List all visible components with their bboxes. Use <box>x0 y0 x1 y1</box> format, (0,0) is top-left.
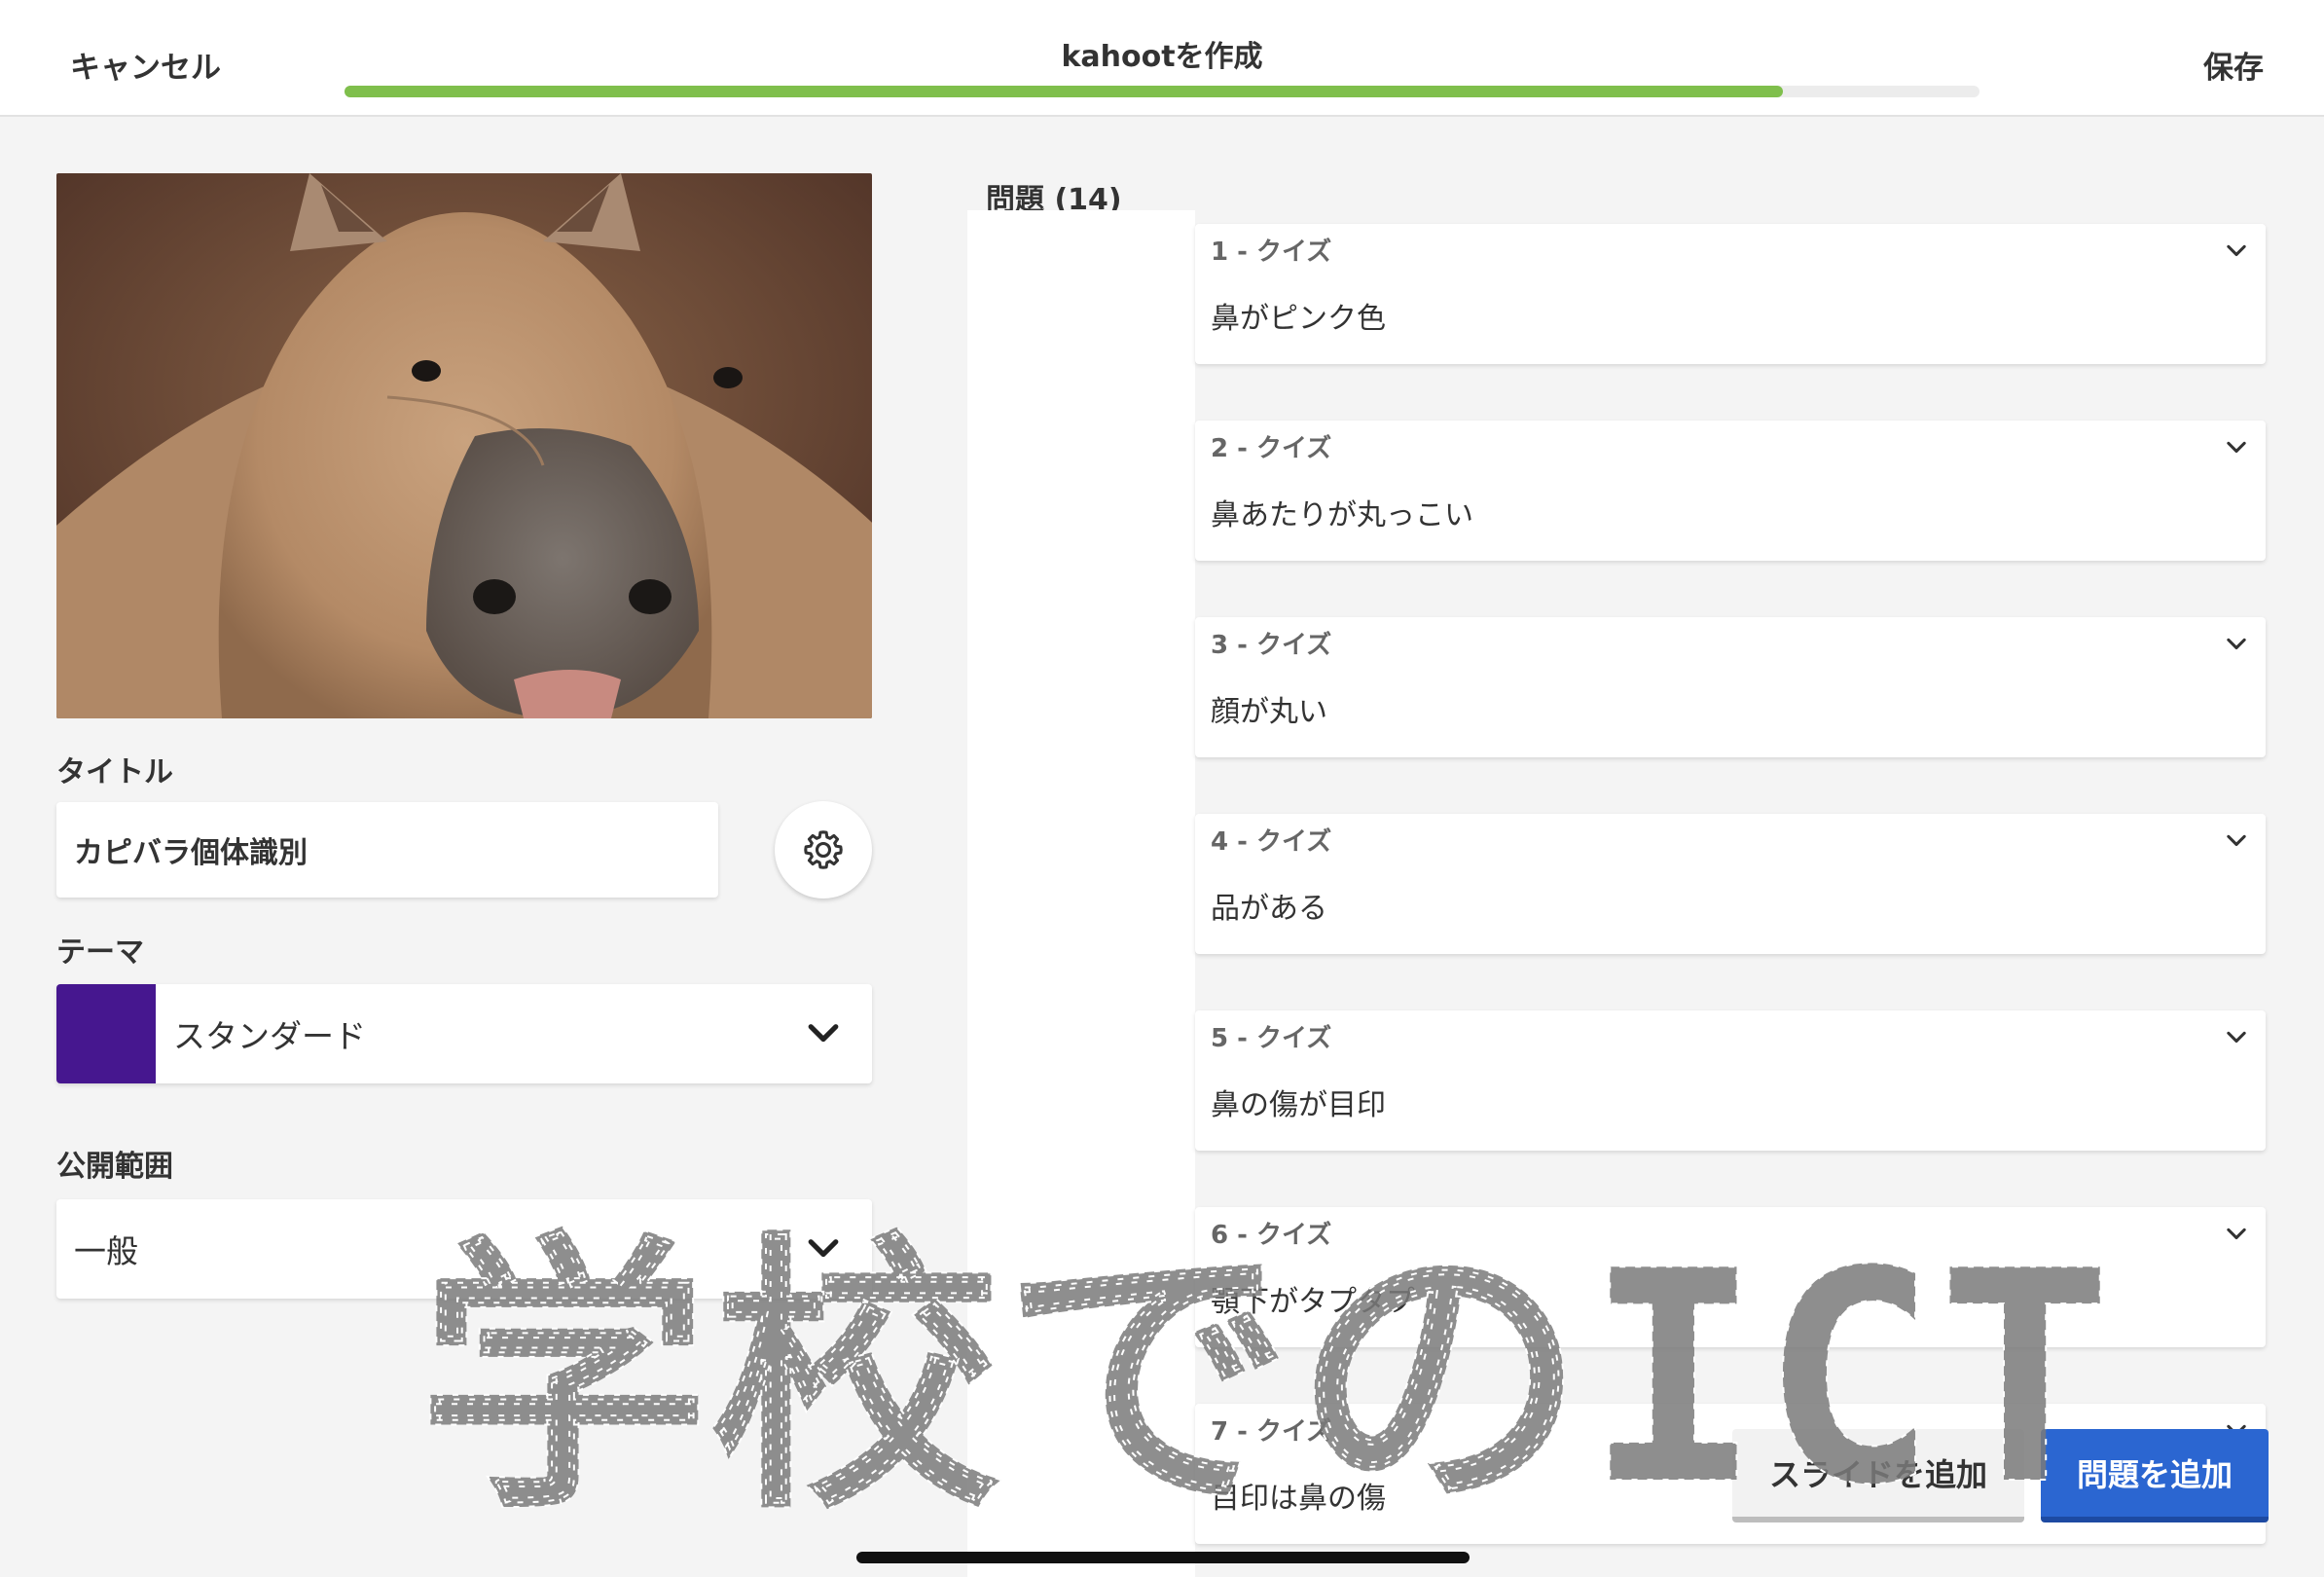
question-card[interactable]: 4 - クイズ品がある <box>1195 814 2266 954</box>
question-text: 顔が丸い <box>1211 695 1327 729</box>
question-type-label: 1 - クイズ <box>1211 238 1332 267</box>
question-text: 鼻あたりが丸っこい <box>1211 498 1473 532</box>
question-type-label: 3 - クイズ <box>1211 631 1332 660</box>
home-indicator <box>856 1552 1470 1563</box>
visibility-value: 一般 <box>74 1232 138 1270</box>
title-label: タイトル <box>56 755 173 789</box>
question-type-label: 6 - クイズ <box>1211 1221 1332 1250</box>
gear-icon <box>804 830 843 869</box>
capybara-photo <box>56 173 872 718</box>
question-thumbnail-strip <box>967 210 1195 1577</box>
question-text: 顎下がタプタプ <box>1211 1285 1415 1319</box>
cover-image <box>56 173 872 718</box>
page-title: kahootを作成 <box>1061 40 1263 74</box>
progress-bar-fill <box>345 86 1784 97</box>
chevron-down-icon[interactable] <box>2223 434 2250 461</box>
question-card[interactable]: 3 - クイズ顔が丸い <box>1195 617 2266 757</box>
question-card[interactable]: 6 - クイズ顎下がタプタプ <box>1195 1207 2266 1347</box>
question-card[interactable]: 1 - クイズ鼻がピンク色 <box>1195 224 2266 364</box>
visibility-select[interactable]: 一般 <box>56 1199 872 1299</box>
theme-value: スタンダード <box>173 1017 366 1055</box>
theme-color-swatch <box>56 984 156 1083</box>
save-button[interactable]: 保存 <box>2203 43 2264 87</box>
chevron-down-icon <box>808 1239 839 1258</box>
chevron-down-icon[interactable] <box>2223 631 2250 658</box>
settings-button[interactable] <box>775 801 872 899</box>
question-type-label: 2 - クイズ <box>1211 434 1332 463</box>
question-type-label: 7 - クイズ <box>1211 1417 1332 1447</box>
question-text: 鼻がピンク色 <box>1211 302 1386 336</box>
visibility-label: 公開範囲 <box>56 1150 173 1184</box>
chevron-down-icon[interactable] <box>2223 827 2250 855</box>
question-text: 鼻の傷が目印 <box>1211 1088 1386 1122</box>
cancel-button[interactable]: キャンセル <box>70 43 221 87</box>
question-text: 目印は鼻の傷 <box>1211 1482 1386 1516</box>
chevron-down-icon[interactable] <box>2223 1221 2250 1248</box>
question-text: 品がある <box>1211 892 1327 926</box>
chevron-down-icon[interactable] <box>2223 1024 2250 1051</box>
top-bar: キャンセル kahootを作成 保存 <box>0 0 2324 117</box>
question-type-label: 5 - クイズ <box>1211 1024 1332 1053</box>
add-question-button[interactable]: 問題を追加 <box>2041 1429 2269 1522</box>
chevron-down-icon[interactable] <box>2223 238 2250 265</box>
theme-select[interactable]: スタンダード <box>56 984 872 1083</box>
progress-bar <box>345 86 1979 97</box>
add-slide-button[interactable]: スライドを追加 <box>1732 1429 2024 1522</box>
question-card[interactable]: 2 - クイズ鼻あたりが丸っこい <box>1195 421 2266 561</box>
question-type-label: 4 - クイズ <box>1211 827 1332 857</box>
title-input[interactable]: カピバラ個体識別 <box>56 802 718 898</box>
theme-label: テーマ <box>56 935 144 970</box>
chevron-down-icon <box>808 1024 839 1043</box>
question-card[interactable]: 5 - クイズ鼻の傷が目印 <box>1195 1010 2266 1151</box>
